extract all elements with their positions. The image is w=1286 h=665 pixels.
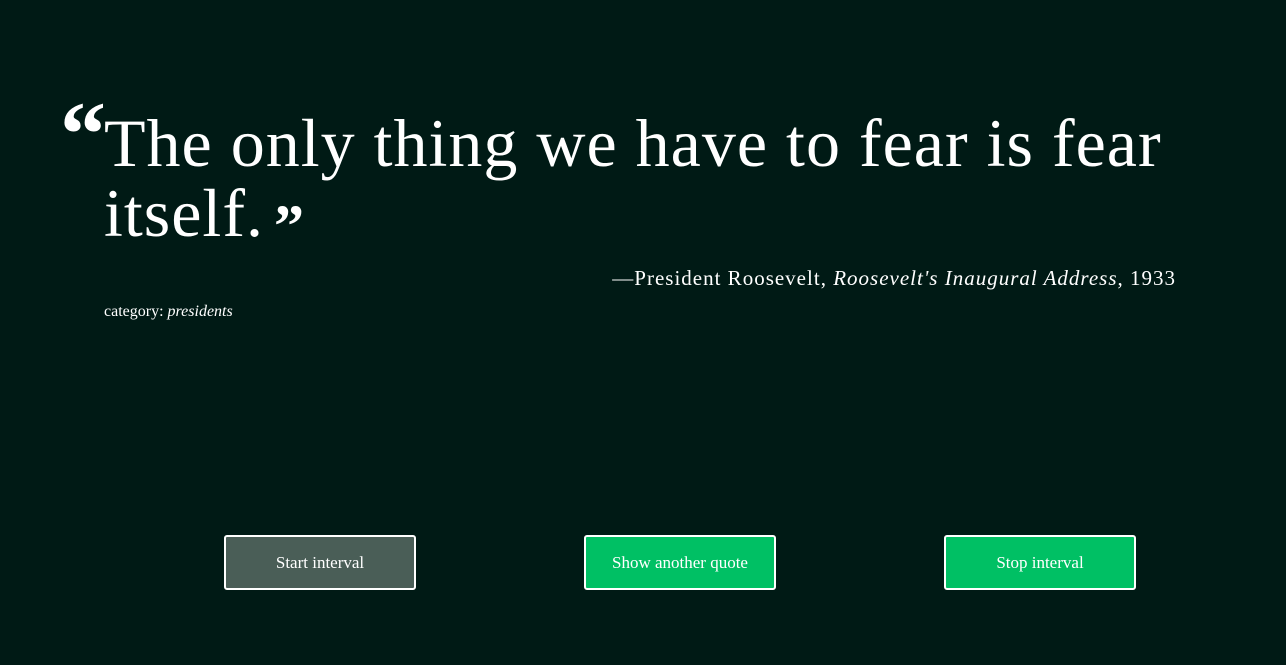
quote-text: The only thing we have to fear is fear i… — [104, 105, 1194, 256]
start-interval-button[interactable]: Start interval — [224, 535, 416, 590]
quote-attribution: —President Roosevelt, Roosevelt's Inaugu… — [612, 266, 1176, 291]
close-quote-icon: ” — [273, 193, 305, 259]
quote-category: category: presidents — [104, 303, 233, 321]
quote-page: “ The only thing we have to fear is fear… — [0, 0, 1286, 665]
category-value: presidents — [167, 303, 233, 320]
attribution-author: President Roosevelt — [634, 266, 821, 290]
attribution-separator: , — [820, 266, 834, 290]
category-label: category: — [104, 303, 168, 320]
attribution-year: 1933 — [1130, 266, 1176, 290]
show-another-quote-button[interactable]: Show another quote — [584, 535, 776, 590]
stop-interval-button[interactable]: Stop interval — [944, 535, 1136, 590]
attribution-dash: — — [612, 266, 635, 290]
open-quote-icon: “ — [60, 83, 106, 185]
attribution-year-separator: , — [1117, 266, 1130, 290]
attribution-source: Roosevelt's Inaugural Address — [833, 266, 1118, 290]
quote-body: The only thing we have to fear is fear i… — [104, 105, 1162, 251]
